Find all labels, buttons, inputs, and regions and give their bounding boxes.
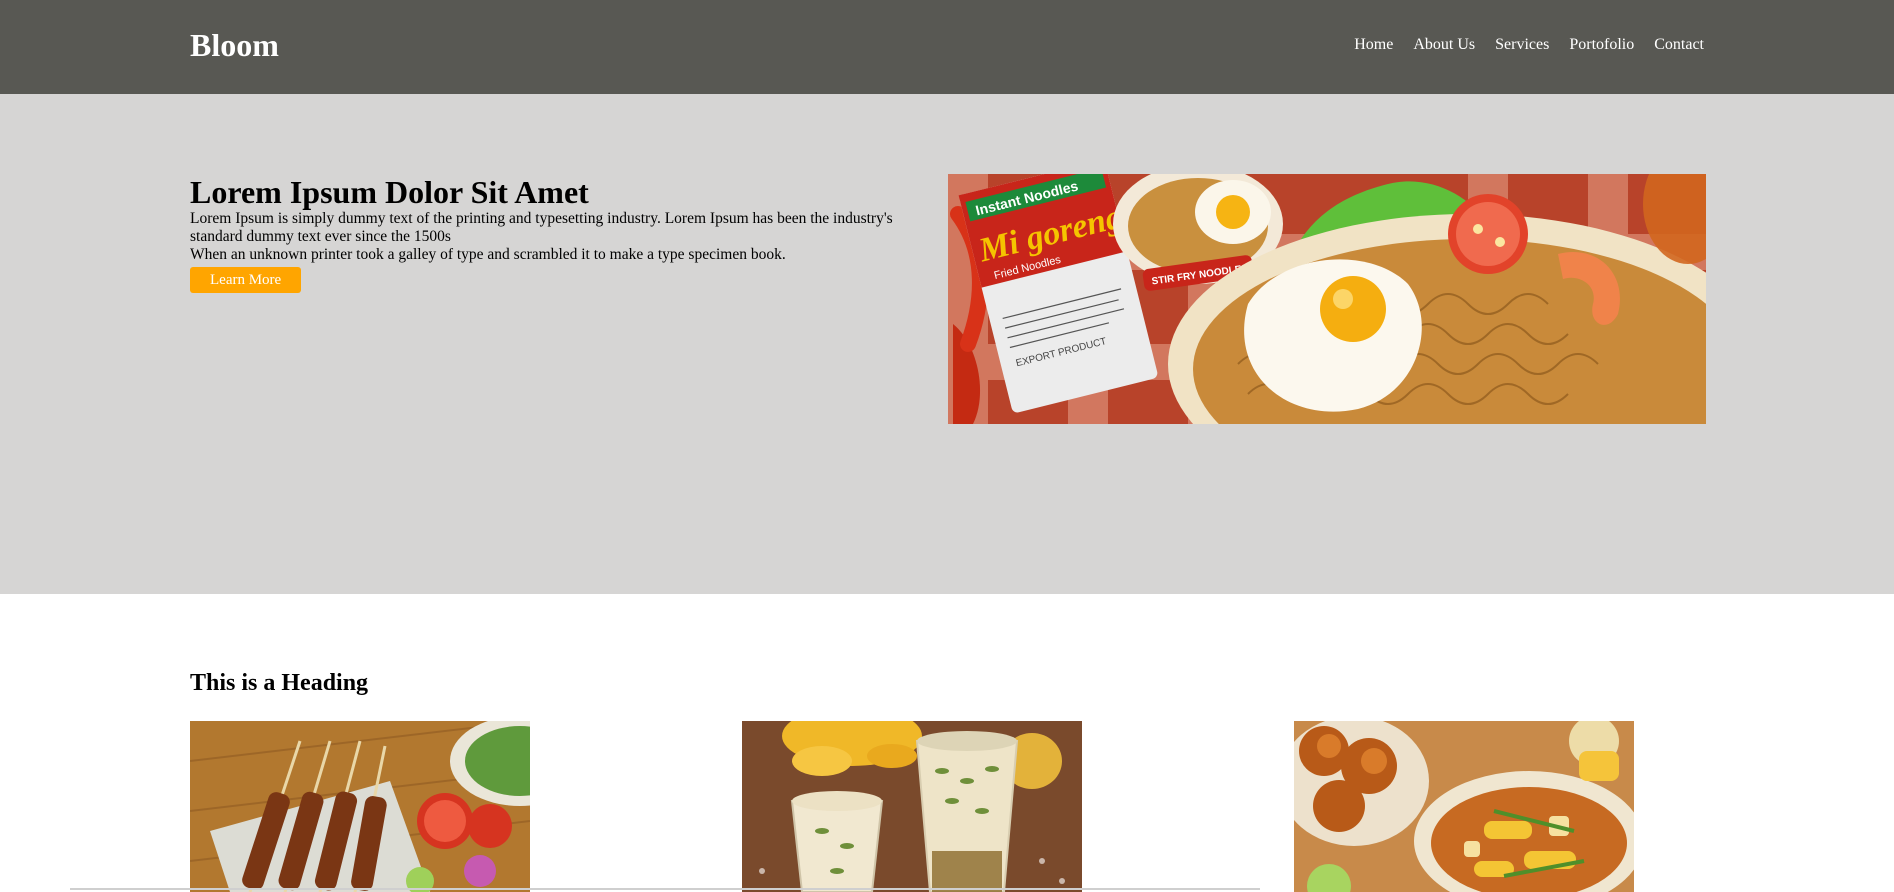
noodle-dish-image: Instant Noodles Mi goreng Fried Noodles …	[948, 174, 1706, 424]
nav-contact-link[interactable]: Contact	[1654, 36, 1704, 54]
card-image-chicken-soup	[1294, 721, 1634, 892]
nav-home-link[interactable]: Home	[1354, 36, 1393, 54]
content-section: This is a Heading	[0, 594, 1894, 892]
hero-paragraph: Lorem Ipsum is simply dummy text of the …	[190, 210, 893, 245]
hero-section: Lorem Ipsum Dolor Sit Amet Lorem Ipsum i…	[0, 94, 1894, 594]
hero-title: Lorem Ipsum Dolor Sit Amet	[190, 174, 589, 210]
navbar: Bloom Home About Us Services Portofolio …	[0, 0, 1894, 94]
horizontal-scrollbar[interactable]	[70, 888, 1260, 890]
card-image-drinks	[742, 721, 1082, 892]
section-heading: This is a Heading	[190, 670, 369, 696]
logo[interactable]: Bloom	[190, 27, 279, 64]
nav-services-link[interactable]: Services	[1495, 36, 1549, 54]
learn-more-button[interactable]: Learn More	[190, 267, 302, 293]
hero-text: Lorem Ipsum Dolor Sit Amet Lorem Ipsum i…	[190, 174, 920, 293]
hero-paragraph-2: When an unknown printer took a galley of…	[190, 246, 786, 263]
nav-portfolio-link[interactable]: Portofolio	[1569, 36, 1634, 54]
nav-about-link[interactable]: About Us	[1413, 36, 1475, 54]
nav-menu: Home About Us Services Portofolio Contac…	[1354, 36, 1704, 54]
card-image-satay	[190, 721, 530, 892]
